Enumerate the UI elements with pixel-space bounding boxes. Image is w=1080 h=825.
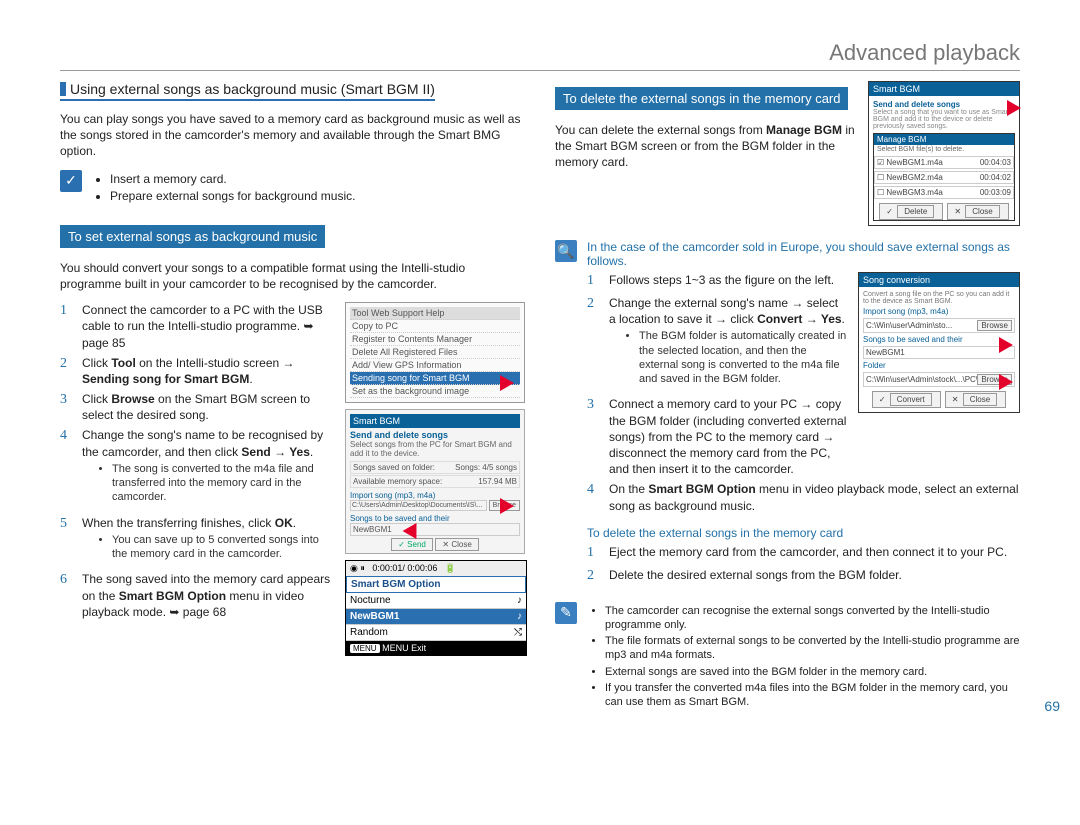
tip-item: External songs are saved into the BGM fo… xyxy=(605,665,1020,679)
prep-note: ✓ Insert a memory card. Prepare external… xyxy=(60,170,525,207)
cursor-icon xyxy=(500,375,514,391)
step: Click Browse on the Smart BGM screen to … xyxy=(60,391,335,423)
step: Connect the camcorder to a PC with the U… xyxy=(60,302,335,351)
cursor-icon xyxy=(500,498,514,514)
page-number: 69 xyxy=(1044,698,1060,714)
cursor-icon xyxy=(1007,100,1021,116)
tip-item: If you transfer the converted m4a files … xyxy=(605,681,1020,710)
step: The song saved into the memory card appe… xyxy=(60,571,335,620)
tip-item: The file formats of external songs to be… xyxy=(605,634,1020,663)
intro-text: You can play songs you have saved to a m… xyxy=(60,111,525,160)
step: On the Smart BGM Option menu in video pl… xyxy=(587,481,1020,513)
song-conversion-mock: Song conversion Convert a song file on t… xyxy=(858,272,1020,413)
sub-heading: To set external songs as background musi… xyxy=(60,225,325,248)
manage-bgm-mock: Smart BGM Send and delete songs Select a… xyxy=(868,81,1020,226)
sub-heading: To delete the external songs in the memo… xyxy=(555,87,848,110)
step: Delete the desired external songs from t… xyxy=(587,567,1020,586)
step: Connect a memory card to your PC → copy … xyxy=(587,396,848,477)
step: When the transferring finishes, click OK… xyxy=(60,515,335,568)
step: Eject the memory card from the camcorder… xyxy=(587,544,1020,563)
eu-note: 🔍 In the case of the camcorder sold in E… xyxy=(555,240,1020,590)
prep-item: Prepare external songs for background mu… xyxy=(110,189,355,205)
page-title: Advanced playback xyxy=(60,40,1020,66)
tool-menu-mock: Tool Web Support Help Copy to PC Registe… xyxy=(345,302,525,403)
step: Click Tool on the Intelli-studio screen … xyxy=(60,355,335,387)
del-subhead: To delete the external songs in the memo… xyxy=(587,526,1020,540)
step: Change the external song's name → select… xyxy=(587,295,848,393)
bgm-option-mock: ◉ ⏸ 0:00:01/ 0:00:06 🔋 Smart BGM Option … xyxy=(345,560,527,656)
cursor-icon xyxy=(999,374,1013,390)
rule xyxy=(60,70,1020,71)
cursor-icon xyxy=(999,337,1013,353)
section-title: Using external songs as background music… xyxy=(60,81,435,101)
magnify-icon: 🔍 xyxy=(555,240,577,262)
lead-text: You should convert your songs to a compa… xyxy=(60,260,525,292)
tip-item: The camcorder can recognise the external… xyxy=(605,604,1020,633)
step: Change the song's name to be recognised … xyxy=(60,427,335,510)
pencil-icon: ✎ xyxy=(555,602,577,624)
check-icon: ✓ xyxy=(60,170,82,192)
smart-bgm-mock: Smart BGM Send and delete songs Select s… xyxy=(345,409,525,554)
step: Follows steps 1~3 as the figure on the l… xyxy=(587,272,848,291)
tips-note: ✎ The camcorder can recognise the extern… xyxy=(555,602,1020,712)
prep-item: Insert a memory card. xyxy=(110,172,355,188)
